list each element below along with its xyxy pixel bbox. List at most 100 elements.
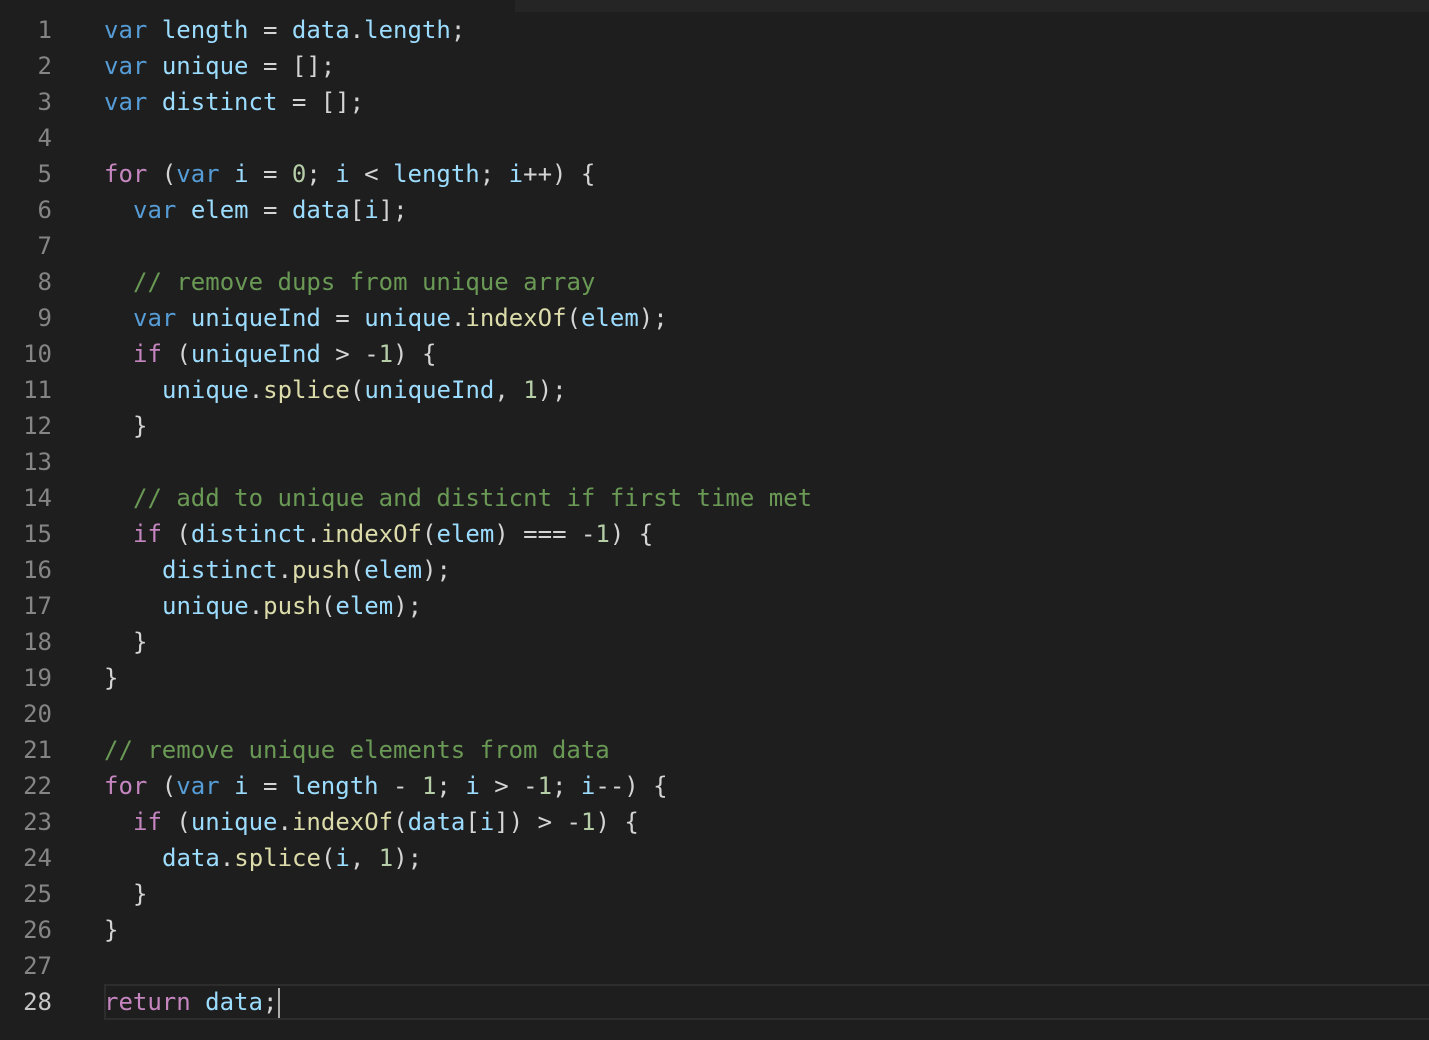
line-number: 10 <box>23 340 52 368</box>
code-line[interactable]: 28 return data; <box>0 984 1429 1020</box>
code-line[interactable]: 15 if (distinct.indexOf(elem) === -1) { <box>0 516 1429 552</box>
punctuation-token: ) { <box>609 520 654 548</box>
code-line[interactable]: 8 // remove dups from unique array <box>0 264 1429 300</box>
code-line[interactable]: 1 var length = data.length; <box>0 12 1429 48</box>
code-line[interactable]: 13 <box>0 444 1429 480</box>
variable-token: data <box>291 16 350 44</box>
line-number: 24 <box>23 844 52 872</box>
code-line[interactable]: 5 for (var i = 0; i < length; i++) { <box>0 156 1429 192</box>
code-line[interactable]: 7 <box>0 228 1429 264</box>
variable-token: unique <box>162 376 249 404</box>
line-number: 26 <box>23 916 52 944</box>
punctuation-token: ( <box>147 160 177 188</box>
code-line[interactable]: 26} <box>0 912 1429 948</box>
number-token: 1 <box>421 772 437 800</box>
line-code[interactable]: return data; <box>104 984 281 1020</box>
line-code[interactable]: unique.push(elem); <box>162 588 422 624</box>
code-line[interactable]: 19} <box>0 660 1429 696</box>
code-line[interactable]: 20 <box>0 696 1429 732</box>
line-code[interactable]: for (var i = length - 1; i > -1; i--) { <box>104 768 668 804</box>
punctuation-token: ( <box>147 772 177 800</box>
variable-token: distinct <box>162 556 278 584</box>
code-line[interactable]: 16 distinct.push(elem); <box>0 552 1429 588</box>
code-line[interactable]: 9 var uniqueInd = unique.indexOf(elem); <box>0 300 1429 336</box>
variable-token: uniqueInd <box>190 304 321 332</box>
code-line[interactable]: 23 if (unique.indexOf(data[i]) > -1) { <box>0 804 1429 840</box>
line-number: 23 <box>23 808 52 836</box>
line-number: 3 <box>37 88 52 116</box>
variable-token: i <box>335 844 350 872</box>
line-code[interactable]: // remove dups from unique array <box>133 264 595 300</box>
code-line[interactable]: 12} <box>0 408 1429 444</box>
punctuation-token: . <box>248 592 264 620</box>
code-line[interactable]: 14 // add to unique and disticnt if first… <box>0 480 1429 516</box>
line-code[interactable]: var unique = []; <box>104 48 335 84</box>
punctuation-token: . <box>349 16 365 44</box>
function-token: splice <box>234 844 321 872</box>
punctuation-token: , <box>494 376 524 404</box>
code-line[interactable]: 6 var elem = data[i]; <box>0 192 1429 228</box>
punctuation-token: } <box>133 880 148 908</box>
keyword-token: var <box>104 88 148 116</box>
comment-token: // add to unique and disticnt if first t… <box>133 484 813 512</box>
line-number: 17 <box>23 592 52 620</box>
line-code[interactable]: var elem = data[i]; <box>133 192 408 228</box>
code-line[interactable]: 3 var distinct = []; <box>0 84 1429 120</box>
number-token: 1 <box>537 772 553 800</box>
line-code[interactable]: } <box>104 912 118 948</box>
code-line[interactable]: 27 <box>0 948 1429 984</box>
line-code[interactable]: if (unique.indexOf(data[i]) > -1) { <box>133 804 639 840</box>
punctuation-token <box>147 52 161 80</box>
keyword-token: var <box>176 160 220 188</box>
line-code[interactable]: distinct.push(elem); <box>162 552 451 588</box>
number-token: 1 <box>580 808 596 836</box>
punctuation-token: --) { <box>595 772 668 800</box>
punctuation-token: ); <box>537 376 567 404</box>
line-code[interactable]: } <box>133 408 147 444</box>
code-line[interactable]: 11 unique.splice(uniqueInd, 1); <box>0 372 1429 408</box>
punctuation-token: ]; <box>378 196 408 224</box>
line-code[interactable]: } <box>104 660 118 696</box>
line-code[interactable]: if (distinct.indexOf(elem) === -1) { <box>133 516 653 552</box>
active-tab[interactable] <box>0 0 515 12</box>
line-code[interactable]: var length = data.length; <box>104 12 465 48</box>
line-number: 27 <box>23 952 52 980</box>
line-number: 19 <box>23 664 52 692</box>
punctuation-token: ( <box>349 376 365 404</box>
punctuation-token: < <box>349 160 394 188</box>
line-code[interactable]: data.splice(i, 1); <box>162 840 422 876</box>
punctuation-token: = <box>320 304 365 332</box>
line-number: 5 <box>37 160 52 188</box>
code-line[interactable]: 22 for (var i = length - 1; i > -1; i--) … <box>0 768 1429 804</box>
punctuation-token: ( <box>349 556 365 584</box>
code-line[interactable]: 21 // remove unique elements from data <box>0 732 1429 768</box>
punctuation-token: ]) > - <box>494 808 581 836</box>
punctuation-token: . <box>306 520 321 548</box>
line-number: 9 <box>37 304 52 332</box>
punctuation-token: ; <box>262 988 278 1016</box>
line-number: 15 <box>23 520 52 548</box>
code-line[interactable]: 17 unique.push(elem); <box>0 588 1429 624</box>
punctuation-token: ( <box>161 520 191 548</box>
code-line[interactable]: 10 if (uniqueInd > -1) { <box>0 336 1429 372</box>
line-number: 28 <box>23 988 52 1016</box>
code-editor[interactable]: 1 var length = data.length; 2 var unique = … <box>0 0 1429 1040</box>
line-number: 4 <box>37 124 52 152</box>
line-code[interactable]: } <box>133 624 147 660</box>
code-line[interactable]: 25} <box>0 876 1429 912</box>
code-line[interactable]: 24 data.splice(i, 1); <box>0 840 1429 876</box>
punctuation-token: ; <box>306 160 336 188</box>
line-code[interactable]: // add to unique and disticnt if first t… <box>133 480 812 516</box>
line-code[interactable]: } <box>133 876 147 912</box>
punctuation-token: = []; <box>277 88 365 116</box>
punctuation-token: ( <box>566 304 581 332</box>
line-code[interactable]: if (uniqueInd > -1) { <box>133 336 436 372</box>
line-code[interactable]: var uniqueInd = unique.indexOf(elem); <box>133 300 668 336</box>
code-line[interactable]: 2 var unique = []; <box>0 48 1429 84</box>
code-line[interactable]: 4 <box>0 120 1429 156</box>
line-code[interactable]: var distinct = []; <box>104 84 364 120</box>
line-code[interactable]: // remove unique elements from data <box>104 732 610 768</box>
code-line[interactable]: 18} <box>0 624 1429 660</box>
line-code[interactable]: for (var i = 0; i < length; i++) { <box>104 156 595 192</box>
line-code[interactable]: unique.splice(uniqueInd, 1); <box>162 372 567 408</box>
